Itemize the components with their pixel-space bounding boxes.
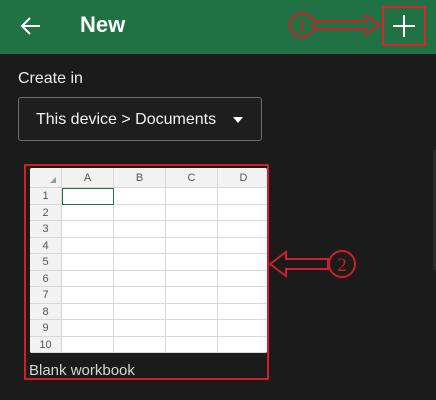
row-header: 2	[30, 204, 62, 221]
dropdown-arrow-icon	[233, 117, 243, 123]
grid-cell	[114, 287, 166, 304]
grid-cell	[166, 336, 218, 353]
back-button[interactable]	[14, 10, 50, 42]
location-dropdown[interactable]: This device > Documents	[18, 97, 262, 141]
grid-cell	[166, 188, 218, 205]
add-button[interactable]	[382, 6, 426, 46]
grid-cell	[114, 303, 166, 320]
grid-cell	[218, 320, 267, 337]
grid-cell	[218, 188, 267, 205]
app-header: New 1	[0, 0, 436, 54]
step-2-number: 2	[337, 255, 347, 276]
row-header: 3	[30, 221, 62, 238]
step-1-number: 1	[298, 15, 307, 35]
grid-cell	[114, 320, 166, 337]
grid-cell	[166, 320, 218, 337]
column-header: B	[114, 168, 166, 188]
grid-cell	[166, 287, 218, 304]
grid-cell	[62, 303, 114, 320]
grid-cell	[218, 238, 267, 254]
blank-workbook-template[interactable]: A B C D 1 2 3 4 5 6 7 8 9 10 Blank workbook	[24, 164, 269, 380]
row-header: 8	[30, 303, 62, 320]
grid-cell	[218, 221, 267, 238]
row-header: 4	[30, 237, 62, 254]
select-all-corner	[30, 168, 62, 188]
page-title: New	[80, 12, 126, 37]
row-header: 5	[30, 254, 62, 271]
grid-cell	[166, 254, 218, 271]
grid-cell	[62, 270, 114, 287]
grid-cell	[62, 336, 114, 353]
grid-cell	[218, 271, 267, 287]
grid-cell	[62, 237, 114, 254]
grid-cell	[62, 254, 114, 271]
row-header: 10	[30, 336, 62, 353]
create-in-label: Create in	[18, 70, 83, 87]
step-1-callout: 1	[289, 12, 382, 38]
column-header: D	[218, 168, 267, 188]
grid-cell	[114, 336, 166, 353]
grid-cell	[218, 205, 267, 221]
step-2-callout: 2	[268, 250, 356, 278]
back-arrow-icon	[20, 17, 40, 35]
grid-cell	[62, 221, 114, 238]
grid-cell	[114, 204, 166, 221]
grid-cell	[62, 204, 114, 221]
grid-cell	[114, 254, 166, 271]
grid-cell	[166, 221, 218, 238]
select-all-icon	[50, 177, 56, 183]
location-value: This device > Documents	[36, 111, 217, 128]
grid-cell	[114, 270, 166, 287]
row-header: 7	[30, 287, 62, 304]
grid-cell	[166, 204, 218, 221]
column-header: C	[166, 168, 218, 188]
grid-cell	[166, 237, 218, 254]
row-header: 1	[30, 188, 62, 205]
grid-cell	[166, 270, 218, 287]
column-header: A	[62, 168, 114, 188]
grid-cell	[218, 254, 267, 271]
row-header: 6	[30, 270, 62, 287]
grid-cell	[218, 304, 267, 320]
workbook-thumbnail: A B C D 1 2 3 4 5 6 7 8 9 10	[30, 168, 267, 353]
grid-cell	[114, 221, 166, 238]
row-header: 9	[30, 320, 62, 337]
grid-cell	[62, 188, 114, 205]
grid-cell	[166, 303, 218, 320]
grid-cell	[62, 287, 114, 304]
grid-cell	[114, 188, 166, 205]
grid-cell	[62, 320, 114, 337]
grid-cell	[218, 337, 267, 353]
grid-cell	[114, 237, 166, 254]
plus-icon	[393, 15, 415, 37]
grid-cell	[218, 287, 267, 304]
template-label: Blank workbook	[29, 362, 135, 379]
